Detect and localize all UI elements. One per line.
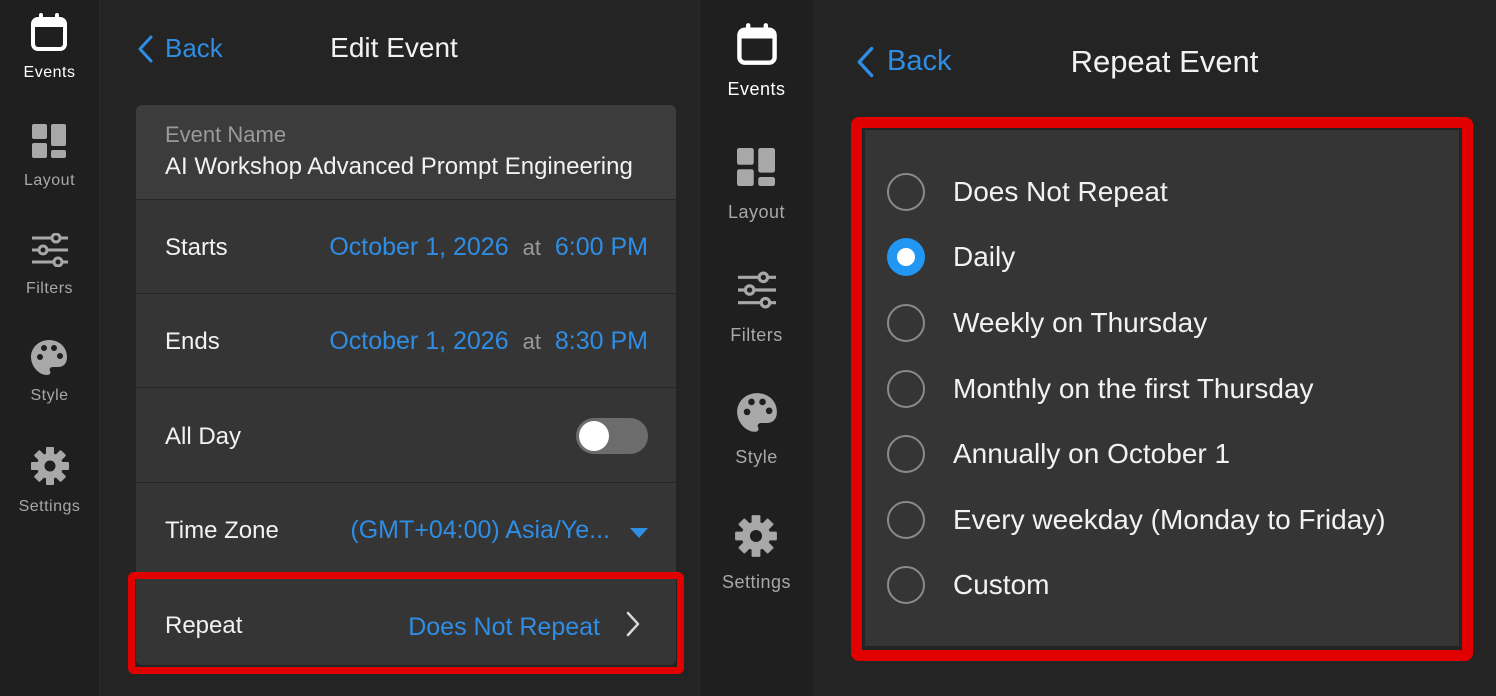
all-day-toggle[interactable] — [576, 418, 648, 454]
left-sidebar: Events Layout Filters Style Settings — [0, 0, 100, 696]
palette-icon — [736, 392, 778, 434]
time-zone-value: (GMT+04:00) Asia/Ye... — [350, 516, 610, 544]
sidebar-label: Events — [727, 79, 786, 99]
ends-value: October 1, 2026 at 8:30 PM — [329, 327, 648, 356]
event-name-label: Event Name — [165, 122, 287, 147]
end-time[interactable]: 8:30 PM — [555, 327, 648, 355]
edit-event-panel: Back Edit Event Event Name AI Workshop A… — [100, 0, 698, 696]
sidebar-item-filters[interactable]: Filters — [730, 271, 783, 346]
sidebar-item-settings[interactable]: Settings — [19, 446, 81, 516]
ends-row: Ends October 1, 2026 at 8:30 PM — [136, 293, 676, 388]
repeat-row-highlight — [128, 572, 684, 674]
gear-icon — [734, 514, 778, 558]
sidebar-item-layout[interactable]: Layout — [728, 148, 785, 223]
all-day-row: All Day — [136, 387, 676, 483]
gear-icon — [30, 446, 70, 486]
sidebar-label: Style — [735, 447, 778, 467]
time-zone-row: Time Zone (GMT+04:00) Asia/Ye... — [136, 482, 676, 577]
at-label: at — [522, 329, 541, 354]
all-day-label: All Day — [165, 423, 242, 450]
layout-icon — [32, 124, 67, 158]
sidebar-item-filters[interactable]: Filters — [26, 233, 73, 298]
sidebar-label: Style — [30, 387, 69, 404]
sliders-icon — [31, 233, 68, 267]
sidebar-label: Settings — [721, 572, 792, 592]
sidebar-item-layout[interactable]: Layout — [24, 124, 75, 190]
sidebar-label: Settings — [18, 498, 81, 515]
sidebar-item-style[interactable]: Style — [735, 392, 778, 468]
start-date[interactable]: October 1, 2026 — [329, 233, 508, 261]
sidebar-item-events[interactable]: Events — [727, 22, 785, 100]
calendar-icon — [30, 12, 68, 52]
starts-label: Starts — [165, 234, 228, 261]
dropdown-arrow-icon — [630, 516, 648, 545]
page-title: Repeat Event — [1070, 44, 1259, 79]
end-date[interactable]: October 1, 2026 — [329, 327, 508, 355]
palette-icon — [30, 339, 68, 377]
right-sidebar: Events Layout Filters Style Settings — [699, 0, 814, 696]
sidebar-item-settings[interactable]: Settings — [722, 514, 791, 593]
time-zone-select[interactable]: (GMT+04:00) Asia/Ye... — [350, 516, 648, 545]
sidebar-label: Layout — [23, 172, 76, 189]
page-title: Edit Event — [330, 32, 458, 63]
sidebar-item-events[interactable]: Events — [24, 12, 76, 82]
layout-icon — [737, 148, 776, 186]
sidebar-item-style[interactable]: Style — [30, 339, 68, 405]
event-name-row[interactable]: Event Name AI Workshop Advanced Prompt E… — [136, 105, 676, 199]
sliders-icon — [737, 271, 776, 309]
start-time[interactable]: 6:00 PM — [555, 233, 648, 261]
starts-value: October 1, 2026 at 6:00 PM — [329, 233, 648, 262]
time-zone-label: Time Zone — [165, 517, 279, 544]
at-label: at — [522, 235, 541, 260]
event-name-field[interactable]: AI Workshop Advanced Prompt Engineering — [165, 153, 647, 181]
starts-row: Starts October 1, 2026 at 6:00 PM — [136, 199, 676, 294]
sidebar-label: Filters — [25, 280, 74, 297]
repeat-event-panel: Back Repeat Event Does Not Repeat Daily … — [813, 0, 1496, 696]
calendar-icon — [736, 22, 778, 66]
sidebar-label: Events — [23, 64, 76, 81]
toggle-knob — [579, 421, 609, 451]
sidebar-label: Filters — [730, 325, 783, 345]
repeat-options-highlight — [851, 117, 1473, 661]
ends-label: Ends — [165, 328, 220, 355]
sidebar-label: Layout — [727, 202, 786, 222]
